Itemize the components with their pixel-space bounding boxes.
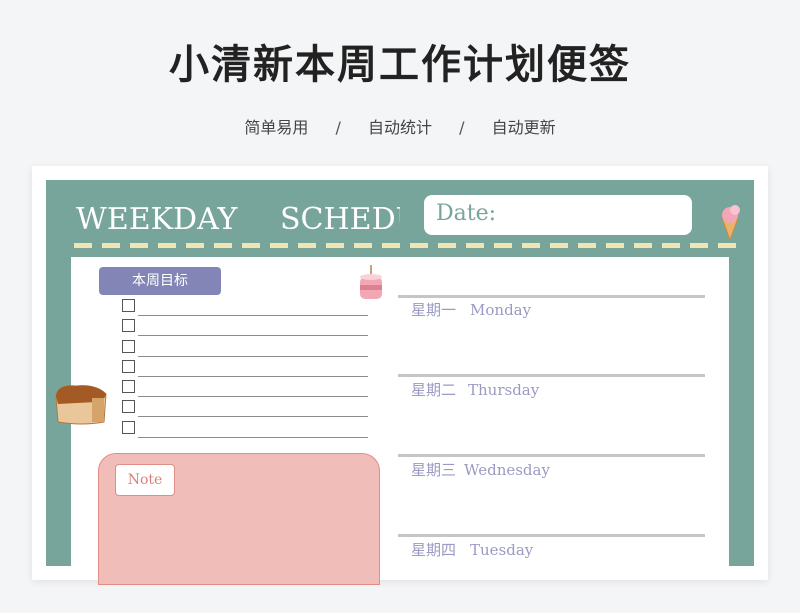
bread-icon xyxy=(55,385,107,425)
date-label: Date: xyxy=(436,201,497,226)
page-title: 小清新本周工作计划便签 xyxy=(169,42,631,88)
day-divider xyxy=(398,295,705,298)
feature-auto-update: 自动更新 xyxy=(491,118,556,137)
feature-separator: / xyxy=(335,118,341,137)
day-monday-cn: 星期一 xyxy=(411,301,457,319)
checkbox[interactable] xyxy=(122,421,135,434)
ice-cream-icon xyxy=(721,205,740,242)
feature-easy: 简单易用 xyxy=(244,118,309,137)
goal-item[interactable] xyxy=(122,380,368,398)
checkbox[interactable] xyxy=(122,400,135,413)
goal-line xyxy=(138,376,368,377)
goals-label: 本周目标 xyxy=(99,267,221,295)
day-tuesday-cn: 星期四 xyxy=(411,541,457,559)
banner-schedule: SCHEDUI xyxy=(280,202,400,237)
note-panel[interactable]: Note xyxy=(98,453,380,585)
cake-icon xyxy=(360,265,382,299)
note-label: Note xyxy=(115,464,175,496)
paper-sheet: 本周目标 Note 星期一 Monday 星期二 Thursday 星期三 We… xyxy=(71,257,729,585)
day-wednesday-cn: 星期三 xyxy=(411,461,457,479)
goal-item[interactable] xyxy=(122,421,368,439)
checkbox[interactable] xyxy=(122,299,135,312)
feature-separator: / xyxy=(459,118,465,137)
dashed-divider xyxy=(74,243,738,248)
feature-auto-stat: 自动统计 xyxy=(367,118,432,137)
schedule-board: WEEKDAY SCHEDUI Date: 本周目标 Note xyxy=(46,180,754,585)
goal-item[interactable] xyxy=(122,340,368,358)
day-thursday[interactable]: 星期二 Thursday xyxy=(411,379,539,400)
schedule-card: WEEKDAY SCHEDUI Date: 本周目标 Note xyxy=(32,166,768,585)
checkbox[interactable] xyxy=(122,319,135,332)
day-monday[interactable]: 星期一 Monday xyxy=(411,299,531,320)
goal-item[interactable] xyxy=(122,400,368,418)
checkbox[interactable] xyxy=(122,360,135,373)
day-wednesday-en: Wednesday xyxy=(464,461,550,479)
goal-item[interactable] xyxy=(122,319,368,337)
day-wednesday[interactable]: 星期三 Wednesday xyxy=(411,459,550,480)
goal-item[interactable] xyxy=(122,299,368,317)
goal-line xyxy=(138,416,368,417)
day-thursday-en: Thursday xyxy=(468,381,540,399)
feature-list: 简单易用 / 自动统计 / 自动更新 xyxy=(0,114,800,138)
day-tuesday[interactable]: 星期四 Tuesday xyxy=(411,539,533,560)
day-monday-en: Monday xyxy=(470,301,532,319)
goal-line xyxy=(138,315,368,316)
goal-line xyxy=(138,356,368,357)
goal-line xyxy=(138,437,368,438)
checkbox[interactable] xyxy=(122,380,135,393)
goal-line xyxy=(138,335,368,336)
date-field[interactable]: Date: xyxy=(424,195,692,235)
goal-line xyxy=(138,396,368,397)
day-divider xyxy=(398,534,705,537)
banner-weekday: WEEKDAY xyxy=(76,202,238,237)
day-divider xyxy=(398,374,705,377)
day-tuesday-en: Tuesday xyxy=(470,541,534,559)
day-thursday-cn: 星期二 xyxy=(411,381,457,399)
goal-item[interactable] xyxy=(122,360,368,378)
checkbox[interactable] xyxy=(122,340,135,353)
day-divider xyxy=(398,454,705,457)
